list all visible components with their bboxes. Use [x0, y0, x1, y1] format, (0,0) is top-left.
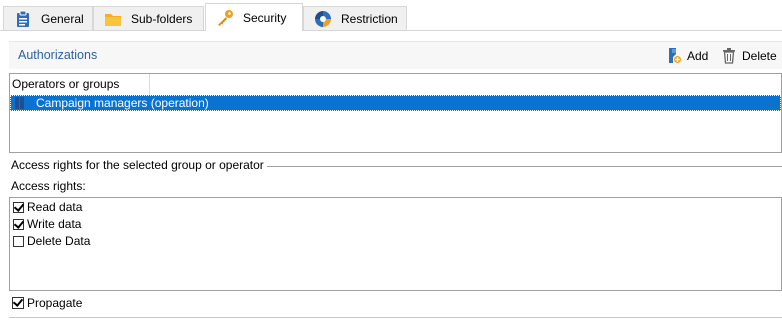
tab-security[interactable]: Security: [205, 3, 303, 31]
tab-bar: General Sub-folders Security Restriction: [0, 0, 782, 31]
access-group-title: Access rights for the selected group or …: [11, 158, 267, 172]
key-icon: [216, 9, 234, 27]
read-data-checkbox[interactable]: Read data: [13, 199, 82, 215]
tab-sub-folders-label: Sub-folders: [131, 11, 193, 26]
tab-restriction-label: Restriction: [341, 11, 398, 26]
delete-button[interactable]: Delete: [721, 47, 777, 64]
propagate-checkbox[interactable]: Propagate: [12, 296, 82, 310]
trash-icon: [721, 47, 737, 64]
delete-data-checkbox[interactable]: Delete Data: [13, 233, 90, 249]
tab-general-label: General: [41, 11, 84, 26]
bottom-divider: [9, 317, 782, 318]
tab-general[interactable]: General: [3, 6, 93, 30]
write-data-checkbox[interactable]: Write data: [13, 216, 81, 232]
checkbox-unchecked[interactable]: [13, 235, 24, 247]
row-label: Campaign managers (operation): [36, 96, 209, 110]
access-rights-label: Access rights:: [11, 179, 86, 193]
authorizations-title: Authorizations: [18, 48, 98, 62]
folder-icon: [104, 10, 122, 28]
tab-sub-folders[interactable]: Sub-folders: [93, 6, 204, 30]
checkbox-checked[interactable]: [12, 297, 24, 309]
write-data-label: Write data: [27, 217, 82, 231]
tab-bar-divider: [0, 30, 782, 31]
add-button[interactable]: Add: [666, 47, 708, 64]
tab-security-label: Security: [243, 10, 287, 25]
delete-data-label: Delete Data: [27, 234, 91, 248]
read-data-label: Read data: [27, 200, 83, 214]
column-header-operators[interactable]: Operators or groups: [10, 74, 150, 95]
group-icon: [14, 97, 26, 109]
group-divider: [264, 166, 782, 167]
tab-restriction[interactable]: Restriction: [303, 6, 407, 30]
add-user-icon: [666, 47, 682, 64]
operators-grid[interactable]: Operators or groups Campaign managers (o…: [9, 73, 782, 153]
checkbox-checked[interactable]: [13, 218, 24, 230]
table-row[interactable]: Campaign managers (operation): [10, 95, 781, 111]
authorizations-toolbar: Authorizations Add Delete: [9, 41, 782, 69]
checkbox-checked[interactable]: [13, 201, 24, 213]
restriction-icon: [314, 10, 332, 28]
add-button-label: Add: [687, 48, 709, 63]
access-rights-list: Read data Write data Delete Data: [9, 197, 782, 291]
propagate-label: Propagate: [27, 296, 83, 310]
clipboard-icon: [14, 10, 32, 28]
delete-button-label: Delete: [742, 48, 777, 63]
